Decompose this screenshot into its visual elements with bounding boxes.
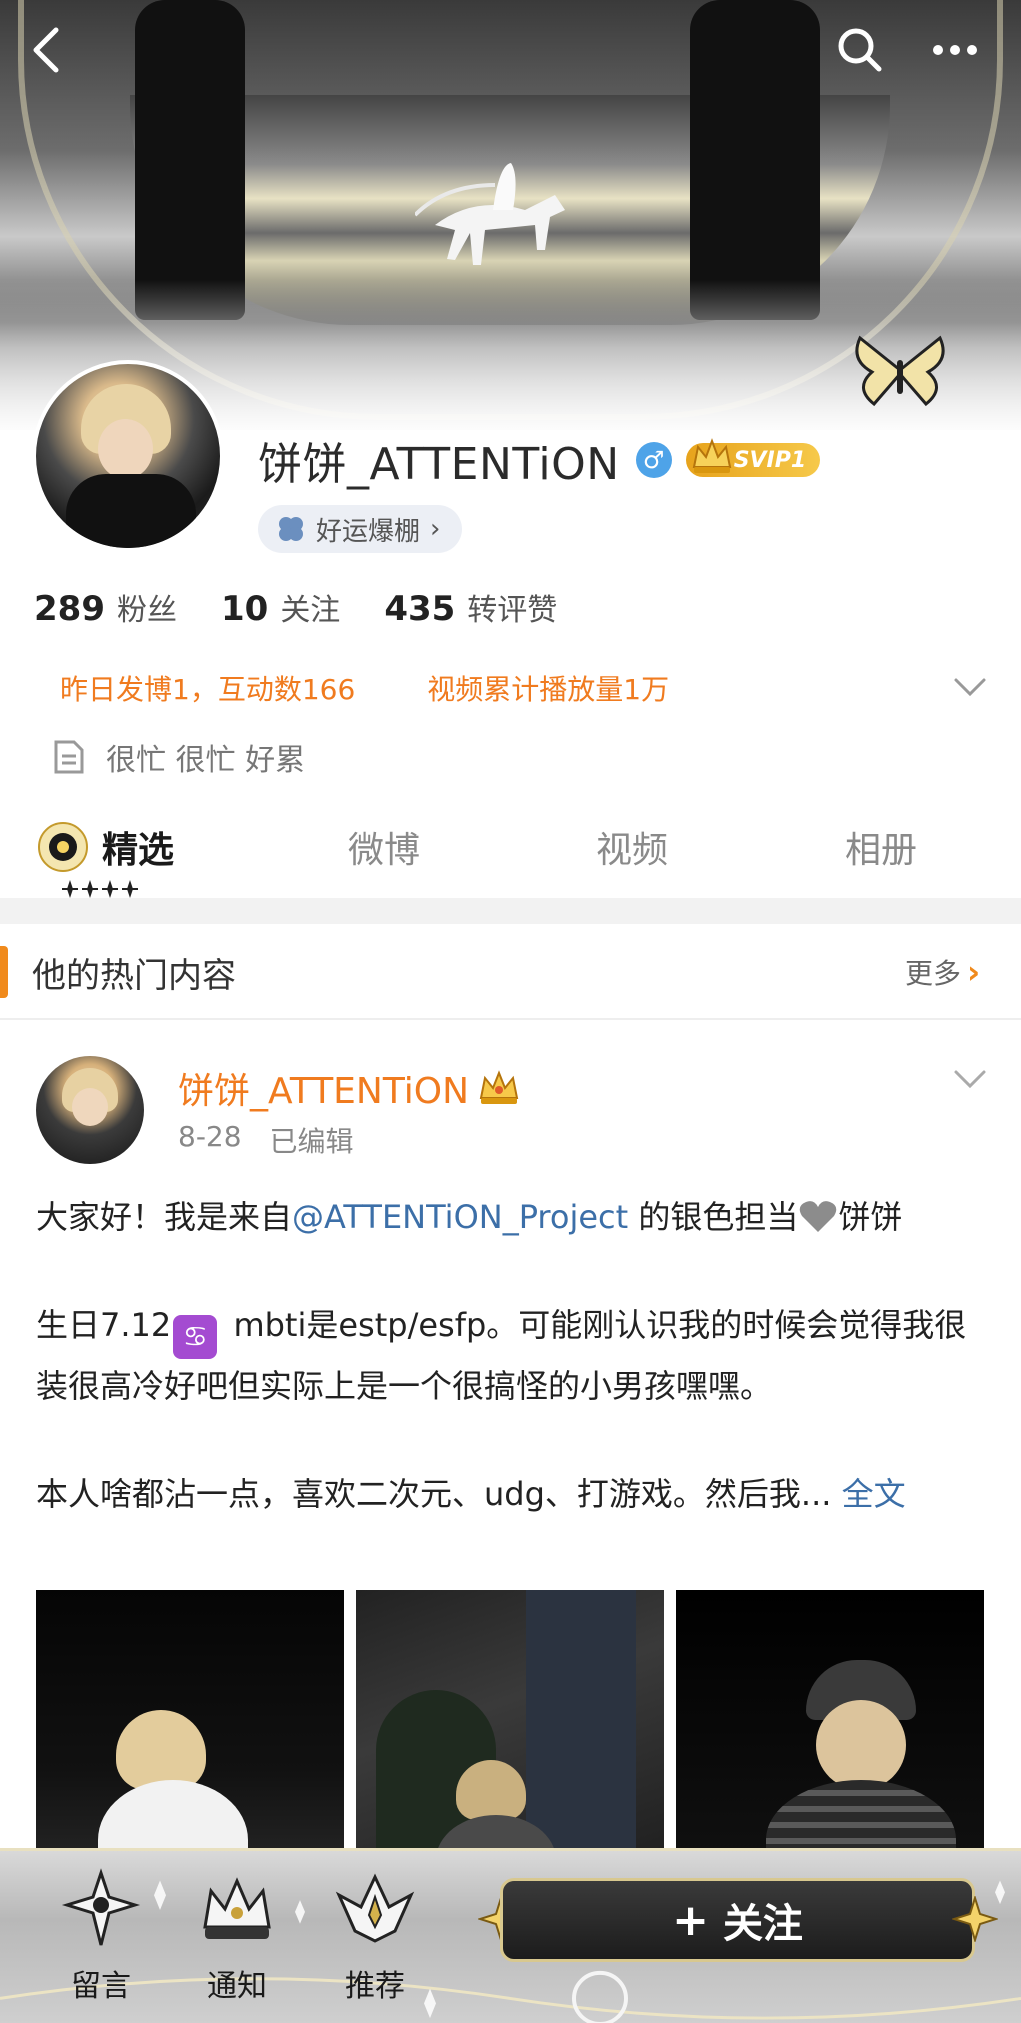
recommend-label: 推荐 [345,1969,405,2004]
section-accent-bar [0,946,8,998]
comment-button[interactable]: 留言 [46,1867,156,2017]
post-date: 8-28 [178,1120,242,1153]
post-text: 大家好！我是来自 [36,1198,293,1236]
post-photo[interactable] [36,1590,344,1890]
section-divider [0,898,1021,924]
crown-icon [479,1070,519,1104]
profile-stats: 289 粉丝 10 关注 435 转评赞 [34,585,601,629]
post-text: 生日7.12 [36,1306,172,1344]
tab-label: 微博 [348,830,421,871]
hot-content-header: 他的热门内容 更多 › [0,940,1021,1004]
notify-label: 通知 [207,1969,267,2004]
svip-badge[interactable]: SVIP1 [685,438,821,477]
more-label: 更多 [905,957,962,990]
comment-label: 留言 [71,1969,131,2004]
post-meta: 8-28 已编辑 [178,1120,354,1160]
tab-stars-icon [62,880,138,898]
banner-tree-right [690,0,820,320]
chevron-right-icon: › [430,514,441,544]
notify-button[interactable]: 通知 [182,1867,292,2017]
butterfly-icon [855,335,945,407]
post-paragraph: 本人啥都沾一点，喜欢二次元、udg、打游戏。然后我... 全文 [36,1467,996,1521]
post-photo[interactable] [676,1590,984,1890]
bio-text: 很忙 很忙 好累 [106,743,306,778]
stat-number: 10 [220,589,269,629]
post-text: 饼饼 [838,1198,903,1236]
cancer-zodiac-icon: ♋ [173,1315,218,1359]
chevron-right-icon: › [967,953,981,991]
tab-label: 精选 [102,830,175,871]
male-gender-icon: ♂ [635,442,672,478]
more-link[interactable]: 更多 › [905,952,980,992]
profile-name-row: 饼饼_ATTENTiON ♂ SVIP1 [258,432,821,490]
post-body: 大家好！我是来自@ATTENTiON_Project 的银色担当 饼饼 生日7.1… [36,1190,996,1521]
plus-icon: + [672,1894,709,1946]
luck-tag[interactable]: 好运爆棚 › [258,505,463,553]
post-options-chevron-icon[interactable] [950,1064,990,1094]
clover-icon [279,517,303,541]
document-icon [54,740,84,774]
sparkle-icon [952,1896,998,1942]
stat-label: 关注 [280,593,341,628]
stat-followers[interactable]: 289 粉丝 [34,585,177,629]
crown-icon [692,438,731,473]
back-icon[interactable] [16,20,76,80]
wing-ornament-icon [335,1873,415,1943]
post-mention-link[interactable]: @ATTENTiON_Project [292,1198,628,1236]
svip-label: SVIP1 [733,447,807,473]
luck-tag-label: 好运爆棚 [316,516,421,547]
hot-content-title: 他的热门内容 [32,956,236,996]
cross-ornament-icon [61,1868,141,1946]
divider [0,1018,1021,1020]
silver-heart-icon [800,1201,837,1232]
tab-label: 视频 [596,830,669,871]
stat-number: 435 [384,589,456,629]
banner-tree-left [135,0,245,320]
stat-interactions[interactable]: 435 转评赞 [384,585,557,629]
bio-row: 很忙 很忙 好累 [52,735,305,779]
sun-ornament-icon [38,822,88,872]
post-text: 本人啥都沾一点，喜欢二次元、udg、打游戏。然后我... [36,1475,832,1513]
banner-rider-image [415,163,565,265]
post-text: 的银色担当 [628,1198,799,1236]
highlight-video-plays: 视频累计播放量1万 [427,673,670,706]
profile-tabs: 精选 微博 视频 相册 [0,812,1021,900]
follow-label: 关注 [722,1901,803,1947]
stat-following[interactable]: 10 关注 [221,585,340,629]
stat-label: 粉丝 [116,593,177,628]
avatar[interactable] [32,360,224,552]
tab-weibo[interactable]: 微博 [348,812,420,882]
more-icon[interactable] [925,20,985,80]
post-avatar[interactable] [36,1056,144,1164]
post-author-row: 饼饼_ATTENTiON [178,1062,521,1114]
post-paragraph: 生日7.12 ♋ mbti是estp/esfp。可能刚认识我的时候会觉得我很装很高… [36,1298,996,1413]
highlight-posts: 昨日发博1，互动数166 [60,673,356,706]
follow-button[interactable]: + 关注 [500,1878,975,1962]
crown-ornament-icon [203,1877,271,1939]
profile-highlights[interactable]: 昨日发博1，互动数166 视频累计播放量1万 [60,668,669,708]
stat-number: 289 [34,589,105,629]
full-text-link[interactable]: 全文 [842,1475,906,1513]
post-paragraph: 大家好！我是来自@ATTENTiON_Project 的银色担当 饼饼 [36,1190,996,1244]
chevron-down-icon[interactable] [950,672,990,702]
post-photo[interactable] [356,1590,664,1890]
tab-featured[interactable]: 精选 [36,812,174,882]
tab-album[interactable]: 相册 [845,812,917,882]
recommend-button[interactable]: 推荐 [320,1867,430,2017]
post-author-name[interactable]: 饼饼_ATTENTiON [178,1062,469,1114]
post-edited: 已编辑 [269,1125,354,1158]
profile-username: 饼饼_ATTENTiON [258,439,620,490]
tab-label: 相册 [845,830,918,871]
search-icon[interactable] [830,20,890,80]
stat-label: 转评赞 [467,593,558,628]
tab-video[interactable]: 视频 [596,812,668,882]
